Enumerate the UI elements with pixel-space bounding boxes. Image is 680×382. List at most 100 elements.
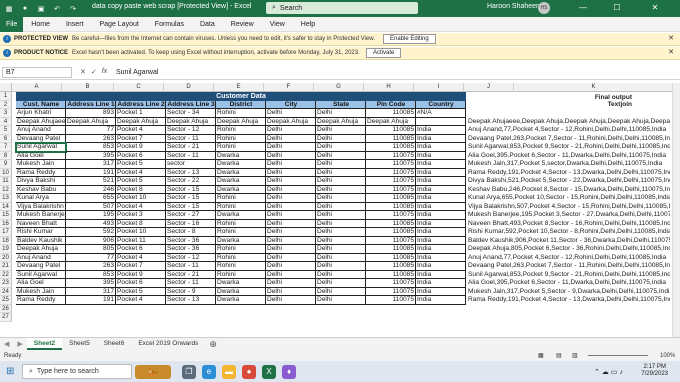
sheet-tab-sheet6[interactable]: Sheet6	[97, 338, 132, 350]
table-cell[interactable]: Delhi	[316, 253, 366, 262]
table-cell[interactable]: Delhi	[316, 185, 366, 194]
textjoin-output-cell[interactable]: Sunil Agarwal,853,Pocket 9,Sector - 21,R…	[468, 143, 670, 152]
table-cell[interactable]: Pocket 4	[116, 126, 166, 135]
table-cell[interactable]: Delhi	[316, 228, 366, 237]
close-icon[interactable]: ✕	[668, 34, 674, 42]
table-cell[interactable]: Pocket 8	[116, 185, 166, 194]
table-cell[interactable]: Deepak Ahuja	[216, 117, 266, 126]
table-cell[interactable]: Devaang Patel	[16, 262, 66, 271]
app-icon[interactable]: ♦	[282, 364, 296, 379]
table-cell[interactable]: Devaang Patel	[16, 134, 66, 143]
row-header[interactable]: 8	[0, 151, 12, 160]
table-cell[interactable]: #N/A	[416, 109, 466, 118]
table-cell[interactable]: Sector - 36	[166, 245, 216, 254]
search-box[interactable]: ⌕ Search	[266, 2, 418, 14]
textjoin-output-cell[interactable]: Kunal Arya,655,Pocket 10,Sector - 15,Roh…	[468, 194, 670, 203]
zoom-slider[interactable]	[588, 355, 648, 356]
table-cell[interactable]: Mukesh Jain	[16, 160, 66, 169]
table-cell[interactable]: Delhi	[266, 211, 316, 220]
table-cell[interactable]: 317	[66, 287, 116, 296]
table-cell[interactable]: Delhi	[266, 168, 316, 177]
table-cell[interactable]: Delhi	[266, 228, 316, 237]
table-cell[interactable]: Keshav Babu	[16, 185, 66, 194]
table-cell[interactable]: Rohini	[216, 126, 266, 135]
tab-view[interactable]: View	[262, 17, 293, 32]
table-cell[interactable]: Anuj Anand	[16, 126, 66, 135]
table-cell[interactable]: Delhi	[266, 160, 316, 169]
table-cell[interactable]: Delhi	[316, 151, 366, 160]
table-cell[interactable]: Deepak Ahuja	[366, 117, 416, 126]
table-cell[interactable]: Deepak Ahuja	[316, 117, 366, 126]
table-cell[interactable]: Pocket 4	[116, 202, 166, 211]
system-tray-icons[interactable]: ⌃ ☁ ▭ ♪	[594, 368, 623, 376]
name-box[interactable]: B7	[2, 66, 72, 78]
row-header[interactable]: 1	[0, 92, 12, 101]
row-header[interactable]: 15	[0, 211, 12, 220]
table-cell[interactable]: Delhi	[266, 109, 316, 118]
table-cell[interactable]: Delhi	[316, 109, 366, 118]
table-cell[interactable]: Sector - 21	[166, 270, 216, 279]
textjoin-output-cell[interactable]: Alia Goel,395,Pocket 6,Sector - 11,Dwark…	[468, 152, 670, 161]
table-cell[interactable]: 110085	[366, 219, 416, 228]
clock[interactable]: 2:17 PM 7/29/2023	[641, 364, 668, 378]
table-cell[interactable]: Alia Goel	[16, 151, 66, 160]
column-header[interactable]: K	[514, 83, 674, 92]
enter-icon[interactable]: ✓	[91, 68, 97, 76]
table-cell[interactable]: 521	[66, 177, 116, 186]
table-cell[interactable]: Delhi	[316, 279, 366, 288]
table-cell[interactable]: Delhi	[266, 236, 316, 245]
close-icon[interactable]: ✕	[668, 48, 674, 56]
tab-help[interactable]: Help	[293, 17, 323, 32]
table-cell[interactable]: Sunil Agarwal	[15, 142, 67, 153]
table-cell[interactable]: Pocket 5	[116, 177, 166, 186]
table-cell[interactable]: 805	[66, 245, 116, 254]
table-cell[interactable]: India	[416, 236, 466, 245]
table-cell[interactable]: Pocket 7	[116, 262, 166, 271]
normal-view-icon[interactable]: ▦	[538, 352, 544, 359]
table-cell[interactable]: Rohini	[216, 228, 266, 237]
page-break-icon[interactable]: ▥	[572, 352, 578, 359]
column-title-cell[interactable]: Address Line 1	[66, 100, 116, 109]
textjoin-output-cell[interactable]: Anuj Anand,77,Pocket 4,Sector - 12,Rohin…	[468, 254, 670, 263]
table-cell[interactable]: Delhi	[316, 194, 366, 203]
spreadsheet-grid[interactable]: A B C D E F G H I J K 1 2 3 4 5 6 7 8 9 10 11 12 13 14 15 16 17 18 19…	[0, 83, 680, 337]
table-cell[interactable]: Rohini	[216, 219, 266, 228]
column-title-cell[interactable]: Address Line 3	[166, 100, 216, 109]
table-cell[interactable]: Deepak Ahujaee	[16, 117, 66, 126]
next-sheet-icon[interactable]: ▶	[17, 340, 22, 348]
table-cell[interactable]: Deepak Ahuja	[266, 117, 316, 126]
windows-start-icon[interactable]: ⊞	[6, 366, 14, 377]
table-cell[interactable]: Delhi	[266, 279, 316, 288]
table-cell[interactable]: 317	[66, 160, 116, 169]
table-cell[interactable]: 110075	[366, 287, 416, 296]
table-cell[interactable]: India	[416, 194, 466, 203]
avatar[interactable]: HS	[538, 2, 550, 14]
table-cell[interactable]: 191	[66, 168, 116, 177]
table-cell[interactable]: Sector - 9	[166, 287, 216, 296]
row-header[interactable]: 9	[0, 160, 12, 169]
table-cell[interactable]: 110075	[366, 151, 416, 160]
table-cell[interactable]: India	[416, 126, 466, 135]
table-cell[interactable]: Rohini	[216, 109, 266, 118]
row-header[interactable]: 17	[0, 228, 12, 237]
table-cell[interactable]: Pocket 8	[116, 219, 166, 228]
sheet-tab-sheet5[interactable]: Sheet5	[62, 338, 97, 350]
table-cell[interactable]: Rohini	[216, 202, 266, 211]
edge-icon[interactable]: e	[202, 364, 216, 379]
table-cell[interactable]: Dwarka	[216, 211, 266, 220]
table-cell[interactable]: Sector - 12	[166, 253, 216, 262]
tab-home[interactable]: Home	[23, 17, 58, 32]
chrome-icon[interactable]: ●	[242, 364, 256, 379]
tab-formulas[interactable]: Formulas	[147, 17, 192, 32]
table-cell[interactable]: 110085	[366, 194, 416, 203]
minimize-icon[interactable]: —	[576, 2, 590, 14]
column-title-cell[interactable]: State	[316, 100, 366, 109]
table-cell[interactable]: India	[416, 287, 466, 296]
table-cell[interactable]: Baldev Kaushik	[16, 236, 66, 245]
table-cell[interactable]: sector	[166, 160, 216, 169]
textjoin-output-cell[interactable]: Baldev Kaushik,906,Pocket 11,Sector - 36…	[468, 237, 670, 246]
table-cell[interactable]: Dwarka	[216, 177, 266, 186]
redo-icon[interactable]: ↷	[68, 4, 78, 14]
row-header[interactable]: 7	[0, 143, 12, 152]
textjoin-output-cell[interactable]: Rama Reddy,191,Pocket 4,Sector - 13,Dwar…	[468, 169, 670, 178]
